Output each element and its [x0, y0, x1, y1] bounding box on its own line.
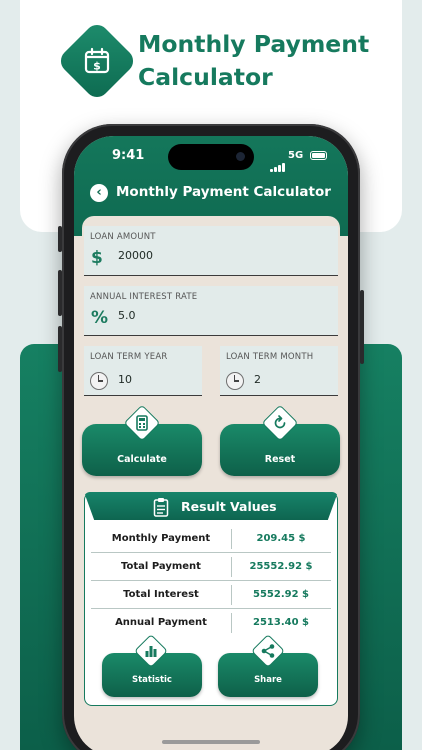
promo-headline: Monthly Payment Calculator — [138, 28, 408, 94]
term-year-field[interactable]: LOAN TERM YEAR 10 — [84, 346, 202, 396]
share-icon — [261, 644, 275, 658]
bar-chart-icon — [145, 646, 157, 657]
calculate-label: Calculate — [117, 454, 167, 465]
result-label: Total Interest — [123, 589, 199, 600]
statistic-label: Statistic — [132, 675, 172, 685]
reset-label: Reset — [264, 454, 296, 465]
headline-line-2: Calculator — [138, 63, 273, 91]
signal-icon — [270, 153, 286, 172]
svg-text:$: $ — [93, 60, 101, 73]
result-label: Total Payment — [121, 561, 201, 572]
clock-icon — [226, 372, 244, 390]
term-month-field[interactable]: LOAN TERM MONTH 2 — [220, 346, 338, 396]
result-row-total-interest: Total Interest 5552.92 $ — [91, 581, 331, 609]
result-title: Result Values — [181, 499, 277, 514]
chevron-left-icon[interactable]: ‹ — [90, 184, 108, 202]
app-title: Monthly Payment Calculator — [116, 184, 331, 200]
loan-amount-label: LOAN AMOUNT — [90, 232, 156, 242]
dollar-icon: $ — [91, 248, 103, 268]
interest-rate-value[interactable]: 5.0 — [118, 309, 136, 322]
front-camera — [236, 152, 245, 161]
result-card: Result Values Monthly Payment 209.45 $ T… — [84, 492, 338, 706]
refresh-icon — [274, 415, 286, 429]
calendar-dollar-icon: $ — [84, 47, 110, 74]
term-year-value[interactable]: 10 — [118, 373, 132, 386]
phone-volume-up — [58, 270, 62, 316]
home-indicator[interactable] — [162, 740, 260, 744]
headline-line-1: Monthly Payment — [138, 30, 370, 58]
term-month-value[interactable]: 2 — [254, 373, 261, 386]
phone-screen: 9:41 5G ‹ Monthly Payment Calculator LOA… — [74, 136, 348, 750]
loan-amount-value[interactable]: 20000 — [118, 249, 153, 262]
result-label: Annual Payment — [115, 617, 207, 628]
result-value: 2513.40 $ — [253, 617, 309, 628]
calculator-content: LOAN AMOUNT $ 20000 ANNUAL INTEREST RATE… — [82, 216, 340, 750]
result-row-monthly-payment: Monthly Payment 209.45 $ — [91, 525, 331, 553]
interest-rate-field[interactable]: ANNUAL INTEREST RATE % 5.0 — [84, 286, 338, 336]
phone-side-button — [58, 226, 62, 252]
result-row-total-payment: Total Payment 25552.92 $ — [91, 553, 331, 581]
network-type: 5G — [288, 150, 304, 161]
phone-power-button — [360, 290, 364, 364]
clock-icon — [90, 372, 108, 390]
loan-amount-field[interactable]: LOAN AMOUNT $ 20000 — [84, 226, 338, 276]
share-label: Share — [254, 675, 282, 685]
phone-volume-down — [58, 326, 62, 372]
result-label: Monthly Payment — [111, 533, 211, 544]
term-month-label: LOAN TERM MONTH — [226, 352, 314, 362]
term-year-label: LOAN TERM YEAR — [90, 352, 168, 362]
clipboard-list-icon — [153, 498, 169, 517]
result-value: 209.45 $ — [256, 533, 306, 544]
status-time: 9:41 — [112, 148, 145, 163]
battery-icon — [310, 151, 327, 160]
result-row-annual-payment: Annual Payment 2513.40 $ — [91, 609, 331, 637]
result-value: 25552.92 $ — [249, 561, 313, 572]
calculator-icon — [136, 415, 148, 431]
interest-rate-label: ANNUAL INTEREST RATE — [90, 292, 198, 302]
result-value: 5552.92 $ — [253, 589, 309, 600]
percent-icon: % — [91, 308, 109, 328]
